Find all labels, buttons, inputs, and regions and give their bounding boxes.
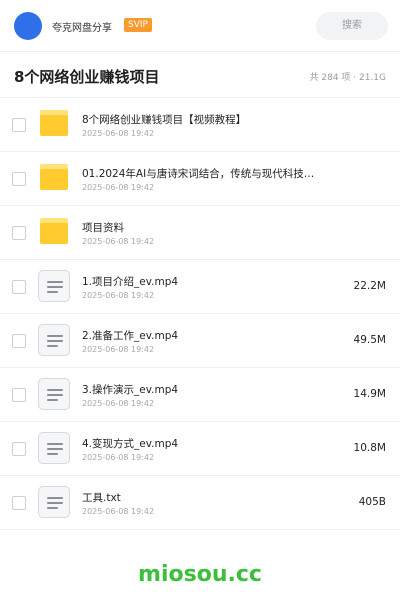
file-size: 49.5M bbox=[353, 334, 386, 346]
list-item[interactable]: 01.2024年AI与唐诗宋词结合，传统与现代科技… 2025-06-08 19… bbox=[0, 152, 400, 206]
row-checkbox[interactable] bbox=[12, 442, 26, 456]
row-checkbox[interactable] bbox=[12, 388, 26, 402]
username[interactable]: 夸克网盘分享 bbox=[52, 19, 112, 34]
svip-badge: SVIP bbox=[124, 18, 152, 32]
page-title: 8个网络创业赚钱项目 bbox=[14, 68, 160, 86]
row-checkbox[interactable] bbox=[12, 334, 26, 348]
file-date: 2025-06-08 19:42 bbox=[82, 237, 155, 246]
list-item[interactable]: 3.操作演示_ev.mp4 2025-06-08 19:42 14.9M bbox=[0, 368, 400, 422]
file-size: 14.9M bbox=[353, 388, 386, 400]
folder-icon bbox=[40, 218, 68, 244]
top-bar: 夸克网盘分享 SVIP 搜索 bbox=[0, 0, 400, 52]
folder-icon bbox=[40, 110, 68, 136]
folder-icon bbox=[40, 164, 68, 190]
file-icon bbox=[38, 378, 70, 410]
file-icon bbox=[38, 324, 70, 356]
file-date: 2025-06-08 19:42 bbox=[82, 291, 155, 300]
file-icon bbox=[38, 432, 70, 464]
row-checkbox[interactable] bbox=[12, 226, 26, 240]
list-item[interactable]: 8个网络创业赚钱项目【视频教程】 2025-06-08 19:42 bbox=[0, 98, 400, 152]
row-checkbox[interactable] bbox=[12, 118, 26, 132]
file-date: 2025-06-08 19:42 bbox=[82, 129, 155, 138]
file-icon bbox=[38, 270, 70, 302]
file-date: 2025-06-08 19:42 bbox=[82, 345, 155, 354]
list-item[interactable]: 项目资料 2025-06-08 19:42 bbox=[0, 206, 400, 260]
list-item[interactable]: 工具.txt 2025-06-08 19:42 405B bbox=[0, 476, 400, 530]
list-item[interactable]: 4.变现方式_ev.mp4 2025-06-08 19:42 10.8M bbox=[0, 422, 400, 476]
file-name[interactable]: 1.项目介绍_ev.mp4 bbox=[82, 274, 332, 289]
file-icon bbox=[38, 486, 70, 518]
file-name[interactable]: 4.变现方式_ev.mp4 bbox=[82, 436, 332, 451]
folder-title-bar: 8个网络创业赚钱项目 共 284 项 · 21.1G bbox=[0, 52, 400, 98]
file-name[interactable]: 3.操作演示_ev.mp4 bbox=[82, 382, 332, 397]
file-date: 2025-06-08 19:42 bbox=[82, 453, 155, 462]
file-list: 8个网络创业赚钱项目【视频教程】 2025-06-08 19:42 01.202… bbox=[0, 98, 400, 530]
watermark: miosou.cc bbox=[138, 562, 262, 587]
list-item[interactable]: 1.项目介绍_ev.mp4 2025-06-08 19:42 22.2M bbox=[0, 260, 400, 314]
row-checkbox[interactable] bbox=[12, 280, 26, 294]
file-name[interactable]: 项目资料 bbox=[82, 220, 332, 235]
list-item[interactable]: 2.准备工作_ev.mp4 2025-06-08 19:42 49.5M bbox=[0, 314, 400, 368]
file-name[interactable]: 8个网络创业赚钱项目【视频教程】 bbox=[82, 112, 332, 127]
file-size: 22.2M bbox=[353, 280, 386, 292]
file-name[interactable]: 2.准备工作_ev.mp4 bbox=[82, 328, 332, 343]
item-count-and-size: 共 284 项 · 21.1G bbox=[309, 73, 387, 83]
file-size: 10.8M bbox=[353, 442, 386, 454]
file-name[interactable]: 工具.txt bbox=[82, 490, 332, 505]
file-date: 2025-06-08 19:42 bbox=[82, 399, 155, 408]
file-size: 405B bbox=[358, 496, 386, 508]
file-date: 2025-06-08 19:42 bbox=[82, 183, 155, 192]
row-checkbox[interactable] bbox=[12, 496, 26, 510]
file-name[interactable]: 01.2024年AI与唐诗宋词结合，传统与现代科技… bbox=[82, 166, 332, 181]
avatar[interactable] bbox=[14, 12, 42, 40]
file-date: 2025-06-08 19:42 bbox=[82, 507, 155, 516]
search-input[interactable]: 搜索 bbox=[316, 12, 388, 40]
row-checkbox[interactable] bbox=[12, 172, 26, 186]
